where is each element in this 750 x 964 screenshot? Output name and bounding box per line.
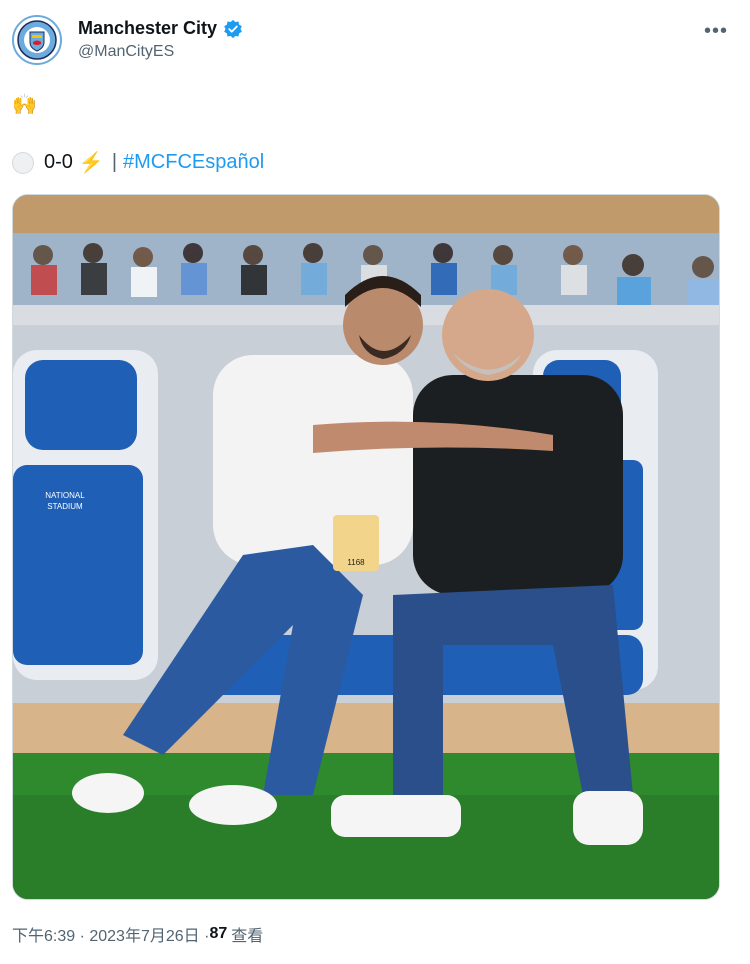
seat-stadium-text-2: STADIUM — [47, 502, 83, 511]
seat-stadium-text: NATIONAL — [45, 491, 85, 500]
account-names: Manchester City @ManCityES — [78, 18, 243, 61]
dugout-roof — [13, 195, 719, 233]
views-count: 87 — [209, 925, 228, 942]
man-city-crest-icon — [17, 20, 57, 60]
photo-illustration: NATIONAL STADIUM 1168 — [13, 195, 719, 899]
tweet-text-line: 0-0 ⚡ | #MCFCEspañol — [12, 150, 264, 175]
score-text: 0-0 — [44, 151, 73, 173]
left-seat: NATIONAL STADIUM — [13, 350, 158, 680]
views-label: 查看 — [231, 928, 264, 945]
lightning-icon: ⚡ — [78, 152, 104, 174]
more-options-button[interactable]: ••• — [704, 20, 728, 43]
display-name-text[interactable]: Manchester City — [78, 18, 217, 39]
soccer-ball-icon — [12, 151, 34, 174]
verified-badge-icon — [224, 19, 242, 38]
tweet-emoji-line: 🙌 — [12, 94, 37, 116]
avatar[interactable] — [12, 15, 62, 65]
tweet-photo[interactable]: NATIONAL STADIUM 1168 — [12, 194, 720, 900]
hashtag-link[interactable]: #MCFCEspañol — [123, 151, 264, 174]
tweet-timestamp[interactable]: 下午6:39 · 2023年7月26日 · — [12, 922, 209, 946]
badge-number: 1168 — [347, 558, 365, 567]
display-name[interactable]: Manchester City — [78, 18, 243, 39]
tweet-header: Manchester City @ManCityES ••• — [12, 14, 738, 70]
tweet-footer: 下午6:39 · 2023年7月26日 · 87 查看 — [12, 922, 263, 946]
separator-text: | — [111, 151, 118, 173]
account-handle[interactable]: @ManCityES — [78, 43, 243, 61]
